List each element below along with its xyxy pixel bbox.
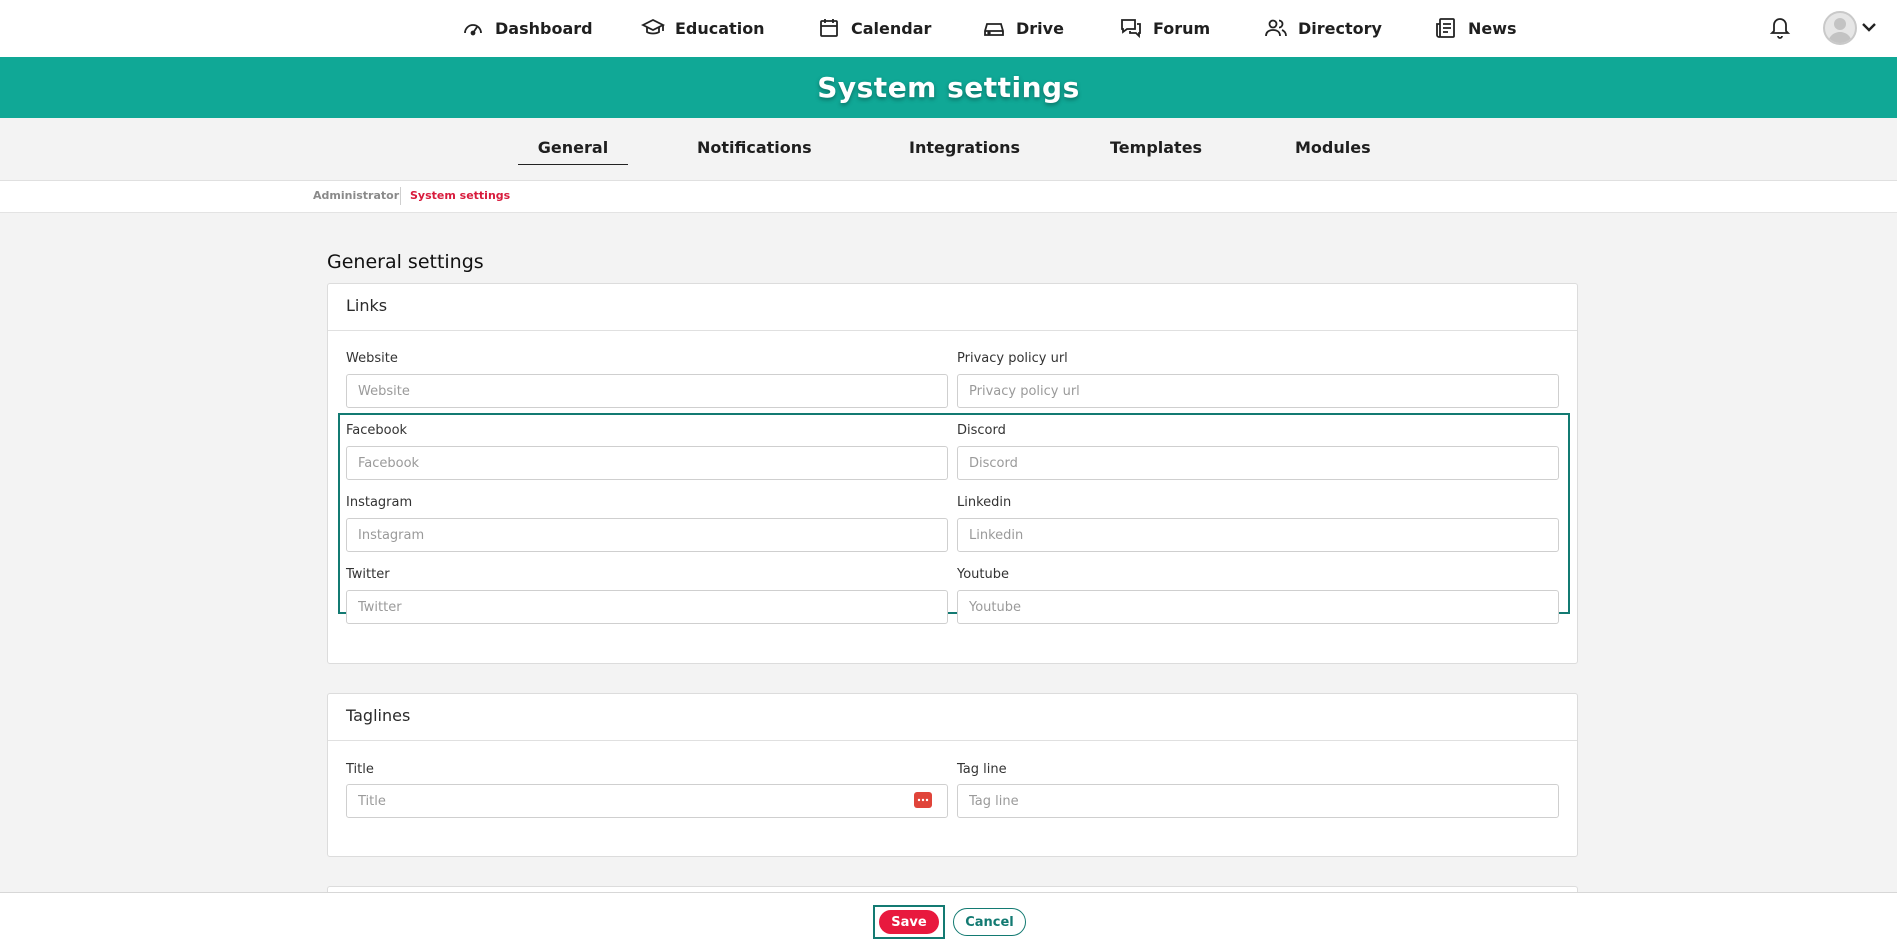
bell-icon[interactable]	[1768, 14, 1792, 40]
privacy-policy-url-input[interactable]	[957, 374, 1559, 408]
instagram-label: Instagram	[346, 495, 413, 510]
nav-drive-label: Drive	[1016, 18, 1064, 38]
tab-modules[interactable]: Modules	[1295, 138, 1371, 157]
page-title: System settings	[817, 71, 1080, 104]
breadcrumb-administrator[interactable]: Administrator	[313, 189, 399, 202]
website-label: Website	[346, 351, 398, 366]
discord-label: Discord	[957, 423, 1006, 438]
links-card-title: Links	[328, 284, 1577, 331]
people-icon	[1265, 19, 1287, 37]
section-title: General settings	[327, 251, 484, 273]
nav-news-label: News	[1468, 18, 1517, 38]
tab-notifications[interactable]: Notifications	[697, 138, 812, 157]
breadcrumb-separator	[400, 187, 401, 205]
nav-directory-label: Directory	[1298, 18, 1382, 38]
twitter-input[interactable]	[346, 590, 948, 624]
nav-drive[interactable]: Drive	[982, 15, 1064, 41]
breadcrumb-system-settings: System settings	[410, 189, 511, 202]
title-input[interactable]	[346, 784, 948, 818]
nav-news[interactable]: News	[1434, 15, 1517, 41]
newspaper-icon	[1436, 18, 1455, 38]
user-silhouette-icon	[1828, 18, 1852, 43]
instagram-input[interactable]	[346, 518, 948, 552]
nav-dashboard-label: Dashboard	[495, 18, 593, 38]
page-banner: System settings	[0, 57, 1897, 118]
taglines-card-title: Taglines	[328, 694, 1577, 741]
discord-input[interactable]	[957, 446, 1559, 480]
nav-forum[interactable]: Forum	[1119, 15, 1210, 41]
facebook-input[interactable]	[346, 446, 948, 480]
youtube-input[interactable]	[957, 590, 1559, 624]
privacy-policy-url-label: Privacy policy url	[957, 351, 1068, 366]
tab-general[interactable]: General	[518, 138, 628, 165]
linkedin-input[interactable]	[957, 518, 1559, 552]
tag-line-input[interactable]	[957, 784, 1559, 818]
nav-calendar-label: Calendar	[851, 18, 932, 38]
linkedin-label: Linkedin	[957, 495, 1012, 510]
chat-bubbles-icon	[1121, 19, 1141, 39]
top-navigation: Dashboard Education Calendar Drive Forum…	[0, 0, 1897, 57]
nav-education[interactable]: Education	[641, 15, 765, 41]
nav-education-label: Education	[675, 18, 765, 38]
taglines-card: Taglines Title Tag line	[327, 693, 1578, 857]
tag-line-label: Tag line	[957, 762, 1007, 777]
nav-forum-label: Forum	[1153, 18, 1211, 38]
nav-directory[interactable]: Directory	[1264, 15, 1382, 41]
cancel-button[interactable]: Cancel	[953, 908, 1026, 936]
twitter-label: Twitter	[346, 567, 390, 582]
social-links-highlight	[338, 413, 1570, 614]
graduation-cap-icon	[641, 18, 665, 35]
chevron-down-icon[interactable]	[1860, 18, 1878, 36]
nav-dashboard[interactable]: Dashboard	[461, 15, 593, 41]
drive-icon	[984, 23, 1004, 36]
avatar[interactable]	[1823, 11, 1857, 45]
breadcrumb: Administrator System settings	[0, 181, 1897, 213]
tab-integrations[interactable]: Integrations	[909, 138, 1020, 157]
calendar-icon	[820, 19, 838, 37]
website-input[interactable]	[346, 374, 948, 408]
more-options-icon[interactable]	[914, 792, 932, 808]
action-footer: Save Cancel	[0, 892, 1897, 946]
tab-templates[interactable]: Templates	[1110, 138, 1202, 157]
gauge-icon	[464, 24, 482, 36]
save-button[interactable]: Save	[879, 910, 939, 934]
title-label: Title	[346, 762, 374, 777]
nav-calendar[interactable]: Calendar	[817, 15, 931, 41]
links-card: Links Website Privacy policy url Faceboo…	[327, 283, 1578, 664]
facebook-label: Facebook	[346, 423, 408, 438]
save-button-focus-frame: Save	[873, 905, 945, 939]
youtube-label: Youtube	[957, 567, 1009, 582]
settings-tabs: General Notifications Integrations Templ…	[0, 118, 1897, 181]
